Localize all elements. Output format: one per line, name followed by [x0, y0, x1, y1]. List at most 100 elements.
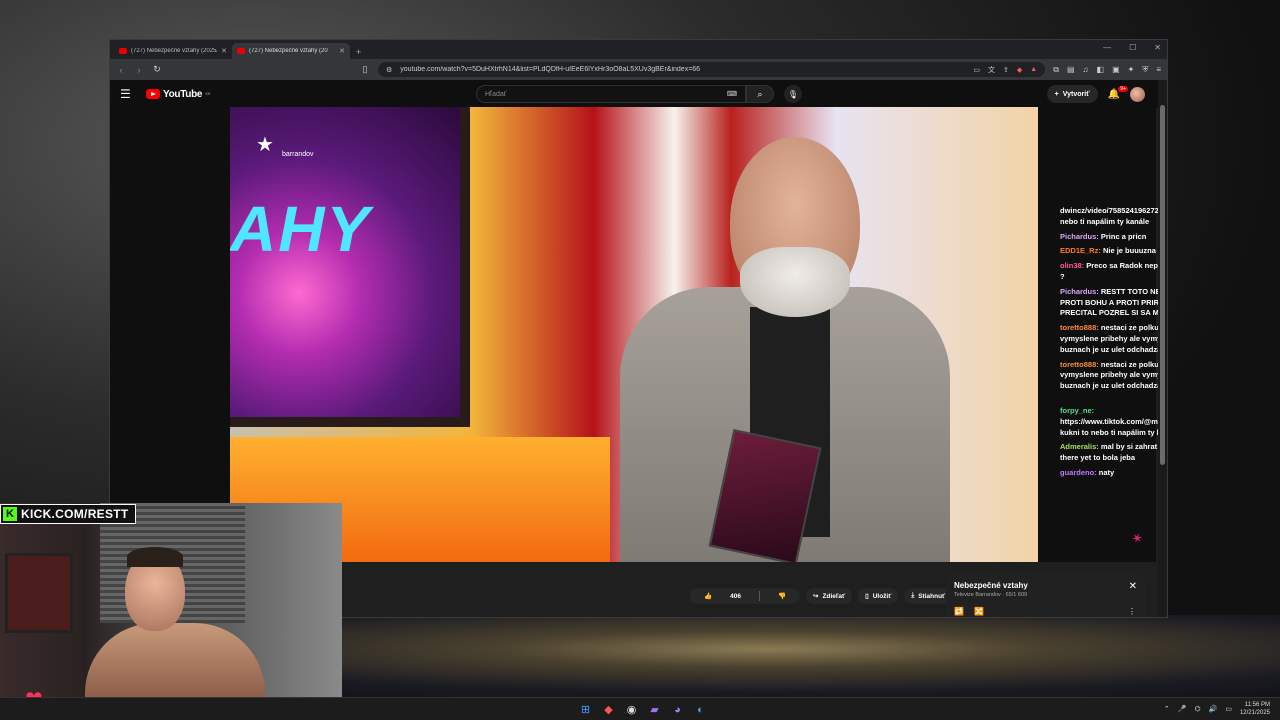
translate-icon[interactable]: 文 — [988, 65, 995, 75]
tab-bar: (727) Nebezpečné vztahy (2025/13) ✕ (727… — [110, 40, 1167, 59]
url-text: youtube.com/watch?v=5DuHXtrhN14&list=PLd… — [400, 66, 701, 73]
battery-icon[interactable]: ▭ — [1225, 705, 1232, 713]
close-tab-icon[interactable]: ✕ — [339, 47, 345, 55]
search-button[interactable]: ⌕ — [746, 85, 774, 103]
save-button[interactable]: ▯ Uložiť — [858, 588, 899, 604]
address-bar-row: ‹ › ↻ ▯ ⚙ youtube.com/watch?v=5DuHXtrhN1… — [110, 59, 1167, 80]
close-tab-icon[interactable]: ✕ — [221, 47, 227, 55]
minimize-icon[interactable]: — — [1103, 43, 1111, 52]
download-icon: ⤓ — [911, 592, 915, 599]
clock-time: 11:56 PM — [1244, 702, 1270, 708]
url-field[interactable]: ⚙ youtube.com/watch?v=5DuHXtrhN14&list=P… — [378, 62, 1046, 77]
download-label: Stiahnuť — [918, 592, 946, 600]
chat-user: Pichardus: — [1060, 286, 1099, 296]
like-button[interactable]: 👍 406 — [690, 588, 755, 604]
stream-chat: dwincz/video/7585241962727378198 kukni t… — [1060, 206, 1167, 483]
presenter-beard — [740, 247, 850, 317]
clock[interactable]: 11:56 PM 12/21/2025 — [1240, 701, 1270, 717]
chat-message: toretto888: nestaci ze polku streamu kuk… — [1060, 360, 1167, 392]
forward-icon[interactable]: › — [134, 65, 144, 75]
youtube-favicon-icon — [237, 48, 245, 54]
browser-tab-1[interactable]: (727) Nebezpečné vztahy (2025/13) ✕ — [114, 43, 232, 59]
network-icon[interactable]: ⌬ — [1195, 705, 1201, 713]
share-page-icon[interactable]: ⇪ — [1003, 66, 1009, 74]
twitch-icon[interactable]: ▰ — [647, 702, 662, 717]
wall-picture — [5, 553, 73, 633]
taskbar-apps: ⊞ ◆ ◉ ▰ ◕ ◐ — [578, 702, 708, 717]
video-frame[interactable]: ★ barrandov AHY — [230, 107, 1038, 562]
reload-icon[interactable]: ↻ — [152, 64, 162, 75]
chat-text: naty — [1098, 467, 1115, 477]
hamburger-menu-icon[interactable]: ☰ — [120, 87, 136, 101]
playlist-title: Nebezpečné vztahy — [954, 581, 1028, 590]
kick-logo-icon: K — [3, 507, 17, 521]
chat-message: olin38: Preco sa Radok nepochvalil ze bo… — [1060, 261, 1167, 283]
microphone-tray-icon[interactable]: 🎤 — [1178, 705, 1187, 713]
notification-badge: 9+ — [1118, 85, 1128, 92]
scrollbar-thumb[interactable] — [1160, 105, 1165, 465]
ai-icon[interactable]: ✦ — [1128, 65, 1135, 75]
create-button[interactable]: + Vytvoriť — [1046, 85, 1098, 103]
voice-search-button[interactable]: 🎙 — [784, 85, 802, 103]
thumbs-down-icon: 👎 — [777, 593, 787, 600]
brave-shield-icon[interactable]: ◆ — [1017, 66, 1022, 74]
chat-text: dwincz/video/7585241962727378198 kukni t… — [1060, 206, 1167, 226]
shuffle-icon[interactable]: 🔀 — [974, 607, 984, 616]
streamer-webcam: ♥ — [0, 503, 342, 720]
back-icon[interactable]: ‹ — [116, 65, 126, 75]
system-tray: ⌃ 🎤 ⌬ 🔊 ▭ 11:56 PM 12/21/2025 — [1164, 701, 1270, 717]
share-label: Zdieľať — [822, 592, 846, 600]
windows-start-icon[interactable]: ⊞ — [578, 702, 593, 717]
steam-icon[interactable]: ◐ — [693, 702, 708, 717]
tab-title: (727) Nebezpečné vztahy (2025/13) — [131, 48, 217, 54]
search-input[interactable]: Hľadať ⌨ — [476, 85, 746, 103]
plus-icon: + — [1054, 90, 1059, 98]
download-button[interactable]: ⤓ Stiahnuť — [904, 588, 953, 604]
site-info-icon[interactable]: ⚙ — [386, 66, 392, 74]
screen-show-title: AHY — [230, 193, 372, 265]
video-player[interactable]: ★ barrandov AHY — [110, 107, 1156, 562]
more-vertical-icon[interactable]: ⋮ — [1128, 607, 1136, 616]
extension-icon[interactable]: ▤ — [1067, 65, 1075, 75]
notifications-button[interactable]: 🔔 9+ — [1108, 85, 1128, 100]
cast-icon[interactable]: ▭ — [973, 66, 980, 74]
youtube-logo[interactable]: YouTube SK — [146, 89, 211, 100]
loop-icon[interactable]: 🔁 — [954, 607, 964, 616]
tray-expand-icon[interactable]: ⌃ — [1164, 705, 1170, 713]
chat-message: dwincz/video/7585241962727378198 kukni t… — [1060, 206, 1167, 228]
new-tab-button[interactable]: + — [350, 47, 367, 59]
chat-text: Princ a pricn — [1100, 231, 1147, 241]
dislike-button[interactable]: 👎 — [764, 588, 800, 604]
music-icon[interactable]: ♫ — [1083, 65, 1089, 75]
discord-icon[interactable]: ◕ — [670, 702, 685, 717]
wallet-icon[interactable]: ▣ — [1112, 65, 1120, 75]
extension-icons: ⧉ ▤ ♫ ◧ ▣ ✦ ⛨ ≡ — [1053, 65, 1161, 75]
save-label: Uložiť — [872, 592, 892, 600]
brave-browser-icon[interactable]: ◆ — [601, 702, 616, 717]
avatar[interactable] — [1130, 86, 1145, 102]
sidebar-icon[interactable]: ◧ — [1097, 65, 1105, 75]
search-icon: ⌕ — [757, 88, 763, 99]
close-window-icon[interactable]: ✕ — [1154, 43, 1161, 52]
keyboard-icon[interactable]: ⌨ — [727, 90, 737, 98]
playlist-subtitle: Televize Barrandov · 65/1 609 — [954, 592, 1028, 598]
maximize-icon[interactable]: ☐ — [1129, 43, 1136, 52]
video-actions: 👍406 👎 ↪Zdieľať ▯Uložiť ⤓Stiahnuť ⋯ — [690, 588, 975, 604]
rewards-icon[interactable]: ▲ — [1030, 66, 1037, 73]
volume-icon[interactable]: 🔊 — [1209, 705, 1218, 713]
close-icon[interactable]: ✕ — [1129, 581, 1137, 592]
obs-icon[interactable]: ◉ — [624, 702, 639, 717]
page-scrollbar[interactable] — [1158, 80, 1167, 617]
clock-date: 12/21/2025 — [1239, 710, 1270, 716]
chat-user: toretto888: — [1060, 323, 1099, 333]
youtube-header: ☰ YouTube SK Hľadať ⌨ ⌕ 🎙 + Vytvoriť 🔔 9… — [110, 80, 1167, 108]
chat-spacer — [1060, 396, 1167, 406]
kick-channel-label: K KICK.COM/RESTT — [0, 504, 136, 524]
playlist-panel: Nebezpečné vztahy Televize Barrandov · 6… — [946, 574, 1146, 617]
vpn-icon[interactable]: ⛨ — [1142, 65, 1148, 75]
bookmark-icon[interactable]: ▯ — [360, 64, 370, 75]
extension-icon[interactable]: ⧉ — [1053, 65, 1059, 75]
browser-tab-2[interactable]: (727) Nebezpečné vztahy (20 ✕ — [232, 43, 350, 59]
share-button[interactable]: ↪ Zdieľať — [806, 588, 853, 604]
menu-icon[interactable]: ≡ — [1156, 65, 1161, 75]
